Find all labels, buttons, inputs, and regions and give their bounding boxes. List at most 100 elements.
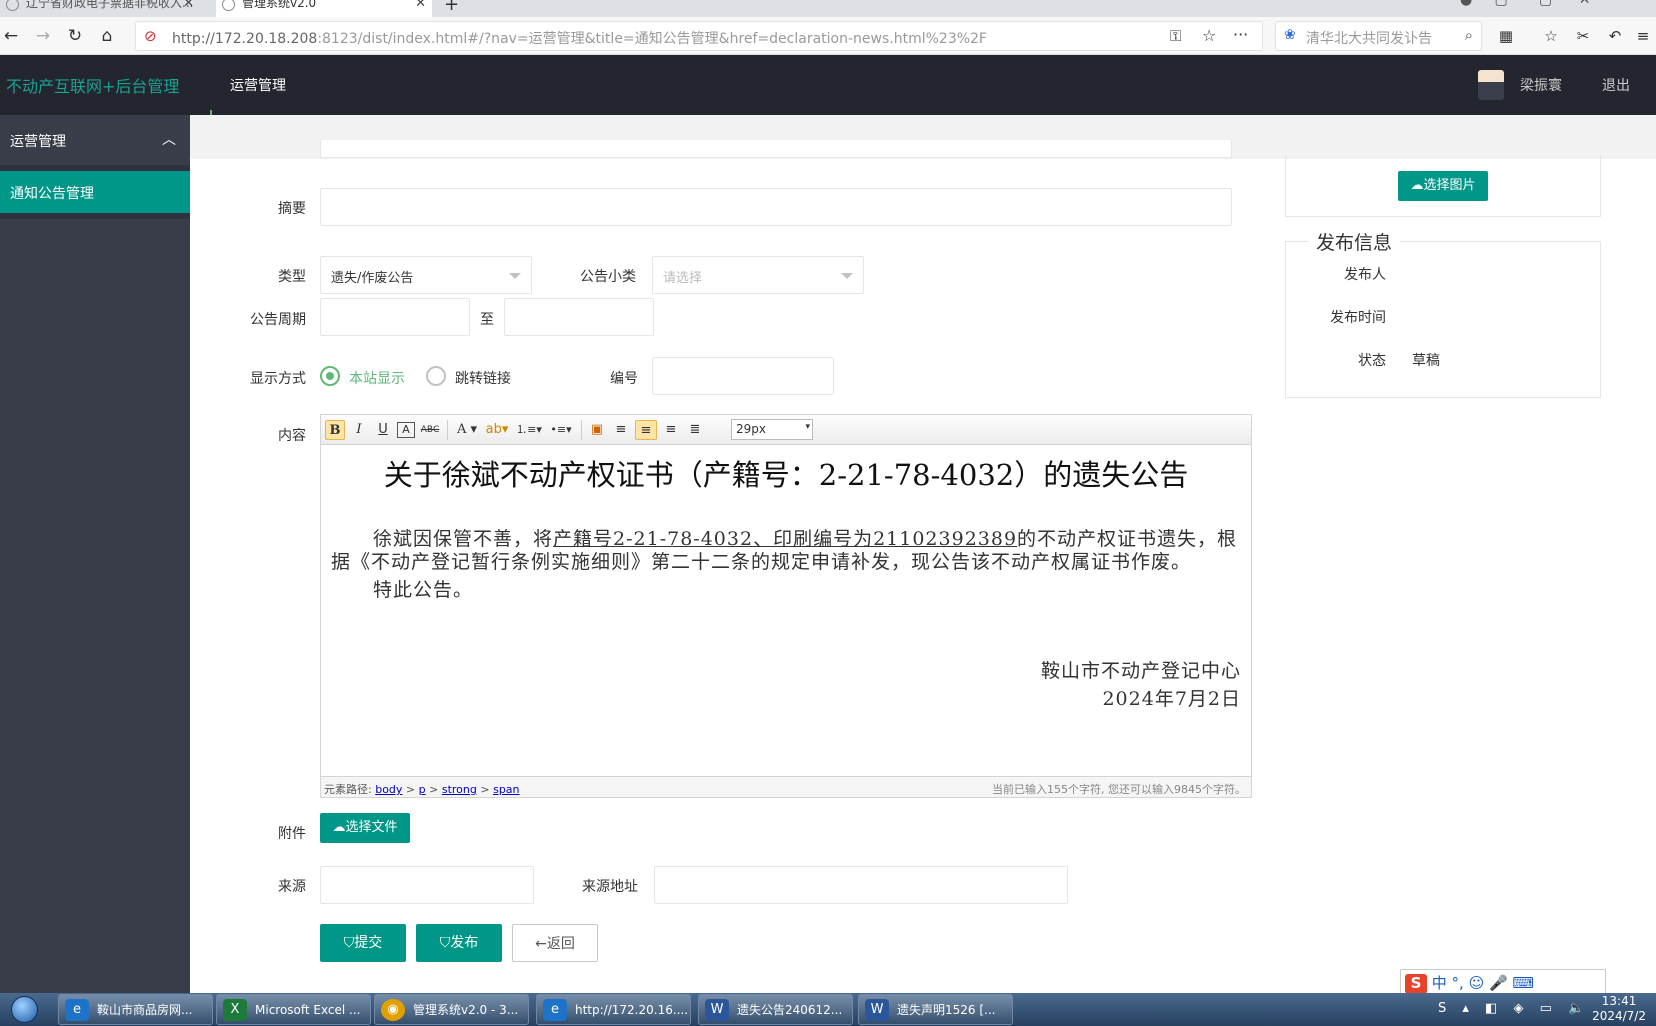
ordered-list-icon[interactable]: ⒈≡▾ <box>515 420 543 440</box>
word-icon: W <box>705 999 729 1021</box>
back-icon[interactable]: ← <box>0 25 22 47</box>
close-icon[interactable]: ✕ <box>415 0 426 13</box>
sidebar-group-operations[interactable]: 运营管理 ︿ <box>0 115 190 165</box>
subtype-placeholder: 请选择 <box>663 271 703 286</box>
new-tab-icon[interactable]: + <box>444 0 459 15</box>
ie-icon: e <box>543 999 567 1021</box>
logout-link[interactable]: 退出 <box>1602 75 1630 95</box>
align-right-icon[interactable]: ≡ <box>661 420 681 440</box>
undo-icon[interactable]: ↶ <box>1604 25 1626 47</box>
number-label: 编号 <box>610 371 638 387</box>
reload-icon[interactable]: ↻ <box>64 25 86 47</box>
period-end-input[interactable] <box>504 298 654 336</box>
tray-icons: S ▴ ◧ ◈ ▭ 🔈 <box>1438 1001 1591 1016</box>
align-center-icon[interactable]: ≡ <box>635 420 657 440</box>
editor-content[interactable]: 关于徐斌不动产权证书（产籍号：2-21-78-4032）的遗失公告 徐斌因保管不… <box>321 446 1251 776</box>
browser-tab-active[interactable]: 管理系统v2.0 ✕ <box>216 0 432 17</box>
top-nav-item[interactable]: 运营管理 <box>230 75 286 95</box>
rich-text-editor[interactable]: B I U A ABC A ▾ ab▾ ⒈≡▾ •≡▾ ▣ ≡ ≡ ≡ ≣ 29… <box>320 414 1252 798</box>
radio-redirect-link[interactable] <box>426 366 446 386</box>
sidebar-group-label: 运营管理 <box>10 134 66 150</box>
menu-icon[interactable]: ≡ <box>1632 25 1654 47</box>
publish-label: 发布 <box>450 935 479 951</box>
ime-toolbar[interactable]: S 中 °, ☺ 🎤 ⌨ <box>1400 969 1606 995</box>
font-size-select[interactable]: 29px ▾ <box>731 419 813 440</box>
align-justify-icon[interactable]: ≣ <box>685 420 705 440</box>
address-bar[interactable]: ⊘ http://172.20.18.208:8123/dist/index.h… <box>135 21 1263 51</box>
shield-check-icon: ⛉ <box>343 935 355 951</box>
publish-info-legend: 发布信息 <box>1308 228 1401 255</box>
start-button[interactable] <box>2 993 48 1026</box>
source-url-input[interactable] <box>654 866 1068 904</box>
taskbar-item-ie[interactable]: e 鞍山市商品房网... <box>58 994 213 1025</box>
path-link[interactable]: p <box>419 783 426 796</box>
close-icon[interactable]: ✕ <box>183 0 194 13</box>
taskbar-item-excel[interactable]: X Microsoft Excel ... <box>216 994 371 1025</box>
number-input[interactable] <box>652 357 834 395</box>
strikethrough-icon[interactable]: ABC <box>419 420 441 440</box>
radio-local-display-label[interactable]: 本站显示 <box>349 368 405 388</box>
avatar[interactable] <box>1478 70 1504 100</box>
radio-local-display[interactable] <box>320 366 340 386</box>
search-input[interactable]: ❀ 清华北大共同发讣告 ⌕ <box>1275 21 1482 51</box>
sogou-icon[interactable]: S <box>1405 974 1427 994</box>
publish-button[interactable]: ⛉发布 <box>416 924 502 962</box>
taskbar-item-label: 遗失声明1526 [... <box>897 1003 996 1017</box>
font-size-value: 29px <box>736 422 766 436</box>
sidebar-item-notice-management[interactable]: 通知公告管理 <box>0 171 190 213</box>
editor-toolbar: B I U A ABC A ▾ ab▾ ⒈≡▾ •≡▾ ▣ ≡ ≡ ≡ ≣ 29… <box>321 415 1251 445</box>
star-icon[interactable]: ☆ <box>1202 26 1216 45</box>
image-icon[interactable]: ▣ <box>587 420 607 440</box>
username[interactable]: 梁振寰 <box>1520 75 1562 95</box>
clock-time: 13:41 <box>1601 994 1637 1008</box>
system-tray[interactable]: S ▴ ◧ ◈ ▭ 🔈 <box>1438 1001 1590 1016</box>
source-input[interactable] <box>320 866 534 904</box>
taskbar-item-label: http://172.20.16.... <box>575 1003 689 1017</box>
notice-paragraph-3: 特此公告。 <box>373 579 474 601</box>
underline-icon[interactable]: U <box>373 420 393 440</box>
taskbar-item-ie2[interactable]: e http://172.20.16.... <box>536 994 691 1025</box>
favorites-icon[interactable]: ☆ <box>1540 25 1562 47</box>
home-icon[interactable]: ⌂ <box>96 25 118 47</box>
back-button[interactable]: ←返回 <box>512 924 598 962</box>
path-link[interactable]: span <box>493 783 519 796</box>
clock-date: 2024/7/2 <box>1592 1009 1646 1023</box>
browser-tab[interactable]: 辽宁省财政电子票据非税收入... ✕ <box>0 0 200 17</box>
italic-icon[interactable]: I <box>349 420 369 440</box>
choose-image-button[interactable]: ☁选择图片 <box>1398 171 1488 201</box>
taskbar-item-label: Microsoft Excel ... <box>255 1003 361 1017</box>
taskbar-item-word[interactable]: W 遗失公告240612... <box>698 994 853 1025</box>
font-color-icon[interactable]: A ▾ <box>453 420 481 440</box>
unordered-list-icon[interactable]: •≡▾ <box>547 420 575 440</box>
title-input[interactable] <box>320 140 1232 158</box>
choose-file-button[interactable]: ☁选择文件 <box>320 813 410 843</box>
highlight-icon[interactable]: ab▾ <box>483 420 511 440</box>
scissors-icon[interactable]: ✂ <box>1572 25 1594 47</box>
ie-icon: e <box>65 999 89 1021</box>
browser-icon: ◉ <box>381 999 405 1021</box>
apps-icon[interactable]: ▦ <box>1495 25 1517 47</box>
taskbar-item-word2[interactable]: W 遗失声明1526 [... <box>858 994 1013 1025</box>
status-value: 草稿 <box>1412 353 1440 369</box>
taskbar-item-chrome[interactable]: ◉ 管理系统v2.0 - 3... <box>374 994 529 1025</box>
search-icon[interactable]: ⌕ <box>1465 26 1473 44</box>
more-icon[interactable]: ··· <box>1233 25 1248 44</box>
bold-icon[interactable]: B <box>325 420 345 440</box>
path-link[interactable]: strong <box>442 783 477 796</box>
word-icon: W <box>865 999 889 1021</box>
radio-redirect-link-label[interactable]: 跳转链接 <box>455 368 511 388</box>
search-placeholder: 清华北大共同发讣告 <box>1306 31 1432 47</box>
clock[interactable]: 13:41 2024/7/2 <box>1592 994 1646 1024</box>
key-icon[interactable]: ⚿ <box>1170 27 1181 45</box>
subtype-select[interactable]: 请选择 <box>652 256 864 294</box>
submit-button[interactable]: ⛉提交 <box>320 924 406 962</box>
forward-icon[interactable]: → <box>32 25 54 47</box>
font-border-icon[interactable]: A <box>397 422 415 438</box>
align-left-icon[interactable]: ≡ <box>611 420 631 440</box>
type-select[interactable]: 遗失/作废公告 <box>320 256 532 294</box>
period-start-input[interactable] <box>320 298 470 336</box>
summary-input[interactable] <box>320 188 1232 226</box>
path-link[interactable]: body <box>375 783 402 796</box>
caret-down-icon <box>841 273 853 279</box>
window-controls-icon[interactable]: ● ▢ ▢ ✕ <box>1460 0 1591 8</box>
